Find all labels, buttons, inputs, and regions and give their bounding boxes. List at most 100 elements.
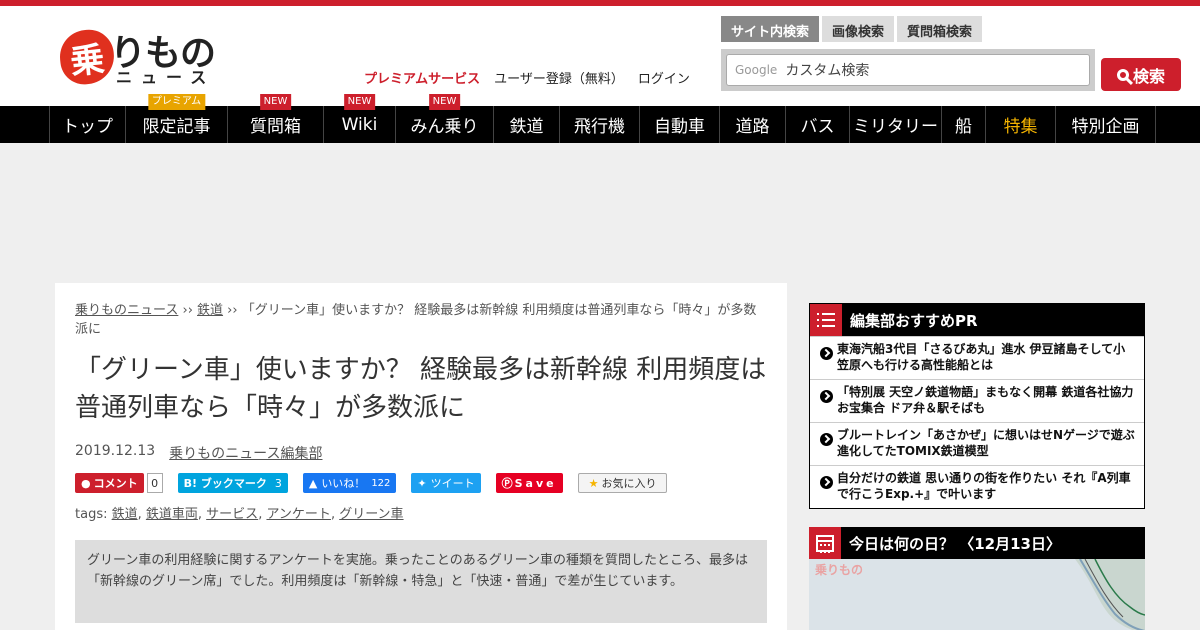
logo-mark: 乗: [57, 27, 117, 87]
tag-link[interactable]: 鉄道: [112, 507, 138, 522]
twitter-bird-icon: ✦: [417, 476, 427, 490]
nav-item[interactable]: 飛行機: [560, 106, 640, 143]
comment-label: コメント: [93, 477, 138, 490]
today-map-image[interactable]: 乗りもの: [809, 559, 1145, 630]
nav-item[interactable]: 質問箱 NEW: [228, 94, 324, 143]
nav-item-label: バス: [800, 117, 835, 137]
tab-question-search[interactable]: 質問箱検索: [897, 16, 983, 42]
pr-item-text: 「特別展 天空ノ鉄道物語」まもなく開幕 鉄道各社協力お宝集合 ドア弁＆駅そばも: [837, 385, 1134, 415]
map-illustration: [1075, 559, 1145, 630]
hatena-bookmark-button[interactable]: B! ブックマーク 3: [177, 473, 288, 493]
pr-item-text: 自分だけの鉄道 思い通りの街を作りたい それ『A列車で行こうExp.+』で叶いま…: [837, 471, 1131, 501]
nav-item[interactable]: 特別企画: [1056, 106, 1156, 143]
search-icon: [1116, 68, 1129, 81]
chevron-right-icon: [820, 433, 833, 446]
nav-badge: NEW: [343, 94, 376, 110]
header-links: プレミアムサービス ユーザー登録（無料） ログイン: [364, 68, 690, 87]
nav-item-label: 特別企画: [1071, 117, 1140, 137]
nav-badge: NEW: [428, 94, 461, 110]
tags-label: tags:: [75, 507, 112, 522]
pr-list-item[interactable]: 「特別展 天空ノ鉄道物語」まもなく開幕 鉄道各社協力お宝集合 ドア弁＆駅そばも: [810, 379, 1144, 422]
register-link[interactable]: ユーザー登録（無料）: [494, 68, 624, 87]
comment-icon: ●: [81, 476, 91, 490]
favorite-button[interactable]: ★ お気に入り: [577, 473, 668, 493]
tag-link[interactable]: アンケート: [266, 507, 330, 522]
nav-item-label: 鉄道: [509, 117, 544, 137]
google-label: Google: [735, 63, 778, 77]
nav-item[interactable]: バス: [786, 106, 850, 143]
tag-link[interactable]: サービス: [206, 507, 258, 522]
nav-item[interactable]: ミリタリー: [850, 106, 942, 143]
nav-item[interactable]: 鉄道: [494, 106, 560, 143]
article-title: 「グリーン車」使いますか？ 経験最多は新幹線 利用頻度は普通列車なら「時々」が多…: [75, 355, 767, 423]
site-header: 乗 りもの ニュース プレミアムサービス ユーザー登録（無料） ログイン サイト…: [0, 6, 1200, 106]
chevron-right-icon: [820, 347, 833, 360]
breadcrumb: 乗りものニュース ›› 鉄道 ›› 「グリーン車」使いますか？ 経験最多は新幹線…: [75, 301, 767, 339]
nav-item[interactable]: みん乗り NEW: [396, 94, 494, 143]
comment-count: 0: [146, 473, 163, 493]
nav-item[interactable]: トップ: [50, 106, 126, 143]
today-box-header: 今日は何の日？ 〈12月13日〉: [809, 527, 1145, 559]
pinterest-icon: Ⓟ: [501, 477, 513, 490]
comment-button[interactable]: ● コメント: [75, 473, 144, 493]
today-image-logo: 乗りもの: [815, 563, 864, 577]
search-tabs: サイト内検索 画像検索 質問箱検索: [721, 16, 983, 42]
breadcrumb-separator: ››: [223, 303, 242, 318]
star-icon: ★: [588, 476, 599, 490]
nav-item-label: Wiki: [341, 114, 378, 135]
article-main: 乗りものニュース ›› 鉄道 ›› 「グリーン車」使いますか？ 経験最多は新幹線…: [55, 283, 787, 630]
hatena-label: B! ブックマーク: [183, 477, 267, 490]
site-logo[interactable]: 乗 りもの ニュース: [57, 24, 228, 87]
today-box-title: 今日は何の日？ 〈12月13日〉: [849, 534, 1061, 553]
nav-item[interactable]: 道路: [720, 106, 786, 143]
nav-item[interactable]: Wiki NEW: [324, 94, 396, 143]
hatena-count: 3: [274, 476, 282, 490]
nav-item-label: 道路: [735, 117, 770, 137]
pr-list-item[interactable]: 自分だけの鉄道 思い通りの街を作りたい それ『A列車で行こうExp.+』で叶いま…: [810, 465, 1144, 508]
search-button-label: 検索: [1132, 66, 1165, 86]
search-button[interactable]: 検索: [1101, 58, 1181, 91]
search-input[interactable]: Google カスタム検索: [726, 54, 1090, 86]
tab-image-search[interactable]: 画像検索: [822, 16, 895, 42]
nav-item[interactable]: 船: [942, 106, 986, 143]
pr-list-item[interactable]: ブルートレイン「あさかぜ」に想いはせNゲージで遊ぶ 進化してたTOMIX鉄道模型: [810, 422, 1144, 465]
chevron-right-icon: [820, 390, 833, 403]
share-buttons: ● コメント 0 B! ブックマーク 3 ▲ いいね！ 122 ✦ ツイート Ⓟ…: [75, 472, 767, 494]
pr-box-header: 編集部おすすめPR: [810, 304, 1144, 336]
premium-service-link[interactable]: プレミアムサービス: [364, 68, 480, 87]
nav-item-label: ミリタリー: [853, 117, 938, 137]
breadcrumb-home[interactable]: 乗りものニュース: [75, 303, 178, 318]
chevron-right-icon: [820, 476, 833, 489]
nav-item-label: 特集: [1003, 117, 1038, 137]
nav-item-label: 飛行機: [574, 117, 625, 137]
article-author[interactable]: 乗りものニュース編集部: [169, 443, 322, 463]
nav-badge: プレミアム: [147, 94, 206, 110]
pinterest-save-button[interactable]: Ⓟ Save: [495, 473, 563, 493]
nav-item[interactable]: 限定記事 プレミアム: [126, 94, 228, 143]
login-link[interactable]: ログイン: [638, 68, 690, 87]
tag-link[interactable]: 鉄道車両: [146, 507, 198, 522]
article-tags: tags: 鉄道, 鉄道車両, サービス, アンケート, グリーン車: [75, 507, 404, 522]
calendar-icon: [809, 527, 841, 559]
nav-badge: NEW: [259, 94, 292, 110]
article-summary: グリーン車の利用経験に関するアンケートを実施。乗ったことのあるグリーン車の種類を…: [75, 540, 767, 623]
facebook-like-button[interactable]: ▲ いいね！ 122: [302, 473, 397, 493]
nav-item[interactable]: 特集: [986, 106, 1056, 143]
nav-items: トップ 限定記事 プレミアム 質問箱 NEW Wiki NEW みん乗り NEW 鉄道 飛行機 自動車…: [49, 94, 1156, 143]
nav-item-label: みん乗り: [410, 117, 479, 137]
nav-item-label: 限定記事: [142, 117, 211, 137]
favorite-label: お気に入り: [601, 477, 657, 490]
tab-site-search[interactable]: サイト内検索: [721, 16, 820, 42]
nav-item-label: 自動車: [654, 117, 705, 137]
nav-item[interactable]: 自動車: [640, 106, 720, 143]
pin-label: Save: [514, 476, 557, 490]
nav-item-label: トップ: [62, 117, 113, 137]
pr-item-text: ブルートレイン「あさかぜ」に想いはせNゲージで遊ぶ 進化してたTOMIX鉄道模型: [837, 428, 1135, 458]
sidebar-today-box: 今日は何の日？ 〈12月13日〉 乗りもの: [809, 527, 1145, 630]
sidebar-pr-box: 編集部おすすめPR 東海汽船3代目「さるびあ丸」進水 伊豆諸島そして小笠原へも行…: [809, 303, 1145, 509]
tweet-button[interactable]: ✦ ツイート: [411, 473, 481, 493]
pr-item-text: 東海汽船3代目「さるびあ丸」進水 伊豆諸島そして小笠原へも行ける高性能船とは: [837, 342, 1126, 372]
breadcrumb-category[interactable]: 鉄道: [197, 303, 223, 318]
tag-link[interactable]: グリーン車: [339, 507, 403, 522]
pr-list-item[interactable]: 東海汽船3代目「さるびあ丸」進水 伊豆諸島そして小笠原へも行ける高性能船とは: [810, 336, 1144, 379]
